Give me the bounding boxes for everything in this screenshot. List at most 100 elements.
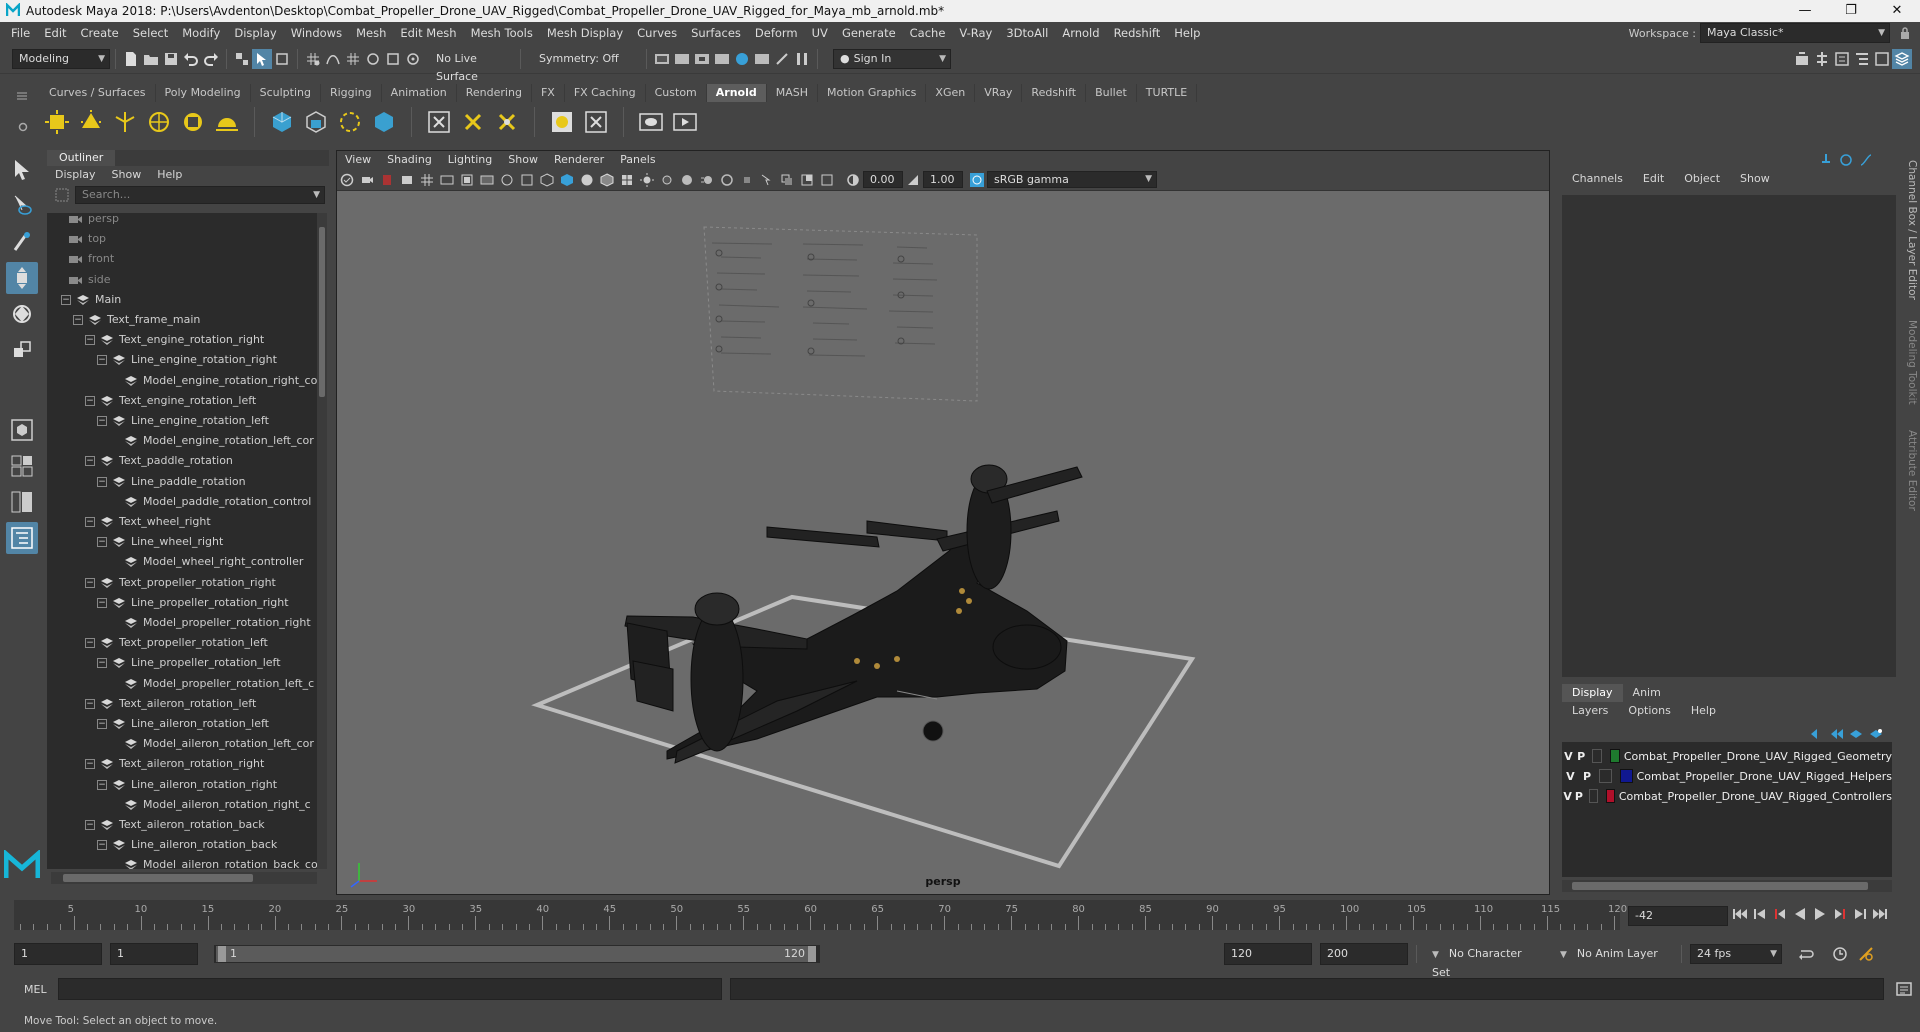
menu-item[interactable]: Display: [227, 22, 283, 44]
wireframe-on-shaded-icon[interactable]: [597, 170, 617, 190]
layer-display-type[interactable]: [1599, 769, 1612, 783]
outliner-node[interactable]: − Text_engine_rotation_right: [85, 330, 264, 350]
modeling-toolkit-icon[interactable]: [1792, 49, 1812, 69]
paint-select-tool-icon[interactable]: [6, 226, 38, 258]
expand-collapse-icon[interactable]: −: [97, 658, 107, 669]
layer-color-swatch[interactable]: [1605, 789, 1615, 803]
select-by-hierarchy-icon[interactable]: [232, 49, 252, 69]
scrollbar-thumb[interactable]: [63, 874, 253, 882]
play-forwards-icon[interactable]: [1810, 904, 1830, 924]
menu-item[interactable]: Help: [1167, 22, 1207, 44]
layer-color-swatch[interactable]: [1609, 749, 1620, 763]
outliner-node[interactable]: Model_propeller_rotation_left_c: [109, 674, 314, 694]
outliner-node[interactable]: − Text_paddle_rotation: [85, 451, 233, 471]
lock-icon[interactable]: [1900, 27, 1910, 39]
move-layer-down-icon[interactable]: [1826, 724, 1846, 744]
camera-attributes-icon[interactable]: [357, 170, 377, 190]
exposure-field[interactable]: 0.00: [863, 171, 903, 188]
attribute-editor-side-tab[interactable]: Attribute Editor: [1902, 430, 1918, 511]
shelf-tab[interactable]: MASH: [767, 84, 819, 102]
expand-collapse-icon[interactable]: −: [97, 719, 107, 729]
save-scene-icon[interactable]: [161, 49, 181, 69]
expand-collapse-icon[interactable]: −: [85, 577, 95, 588]
shelf-tab[interactable]: XGen: [926, 84, 976, 102]
menu-item[interactable]: Mesh Display: [540, 22, 630, 44]
undo-icon[interactable]: [181, 49, 201, 69]
move-layer-up-icon[interactable]: [1806, 724, 1826, 744]
manipulator-icon[interactable]: [1816, 150, 1836, 170]
modeling-toolkit-side-tab[interactable]: Modeling Toolkit: [1902, 320, 1918, 405]
playback-end-field[interactable]: 120: [1224, 943, 1312, 965]
outliner-node[interactable]: Model_engine_rotation_left_cor: [109, 431, 314, 451]
shelf-tab[interactable]: Curves / Surfaces: [40, 84, 156, 102]
menu-item[interactable]: Select: [126, 22, 175, 44]
outliner-toggle-icon[interactable]: [1852, 49, 1872, 69]
outliner-menu-item[interactable]: Show: [104, 166, 150, 184]
anti-aliasing-icon[interactable]: [717, 170, 737, 190]
outliner-node[interactable]: − Line_propeller_rotation_right: [97, 593, 289, 613]
shelf-tab[interactable]: Custom: [646, 84, 707, 102]
menu-item[interactable]: Curves: [630, 22, 684, 44]
render-settings-icon[interactable]: [652, 49, 672, 69]
curve-collector-icon[interactable]: [333, 105, 367, 139]
expand-collapse-icon[interactable]: −: [61, 294, 71, 305]
render-view-icon[interactable]: [712, 49, 732, 69]
outliner-node[interactable]: Model_propeller_rotation_right: [109, 613, 311, 633]
field-chart-icon[interactable]: [497, 170, 517, 190]
menu-item[interactable]: Surfaces: [684, 22, 748, 44]
viewport-menu-item[interactable]: Panels: [612, 151, 663, 169]
snap-point-icon[interactable]: [343, 49, 363, 69]
scene-start-field[interactable]: 1: [14, 943, 102, 965]
layer-menu-item[interactable]: Help: [1681, 702, 1726, 720]
outliner-node[interactable]: − Text_aileron_rotation_back: [85, 815, 265, 835]
new-scene-icon[interactable]: [121, 49, 141, 69]
outliner-menu-item[interactable]: Display: [47, 166, 104, 184]
shelf-tab[interactable]: FX: [532, 84, 565, 102]
area-light-icon[interactable]: [40, 105, 74, 139]
standin-icon[interactable]: [265, 105, 299, 139]
menu-item[interactable]: Generate: [835, 22, 903, 44]
go-to-start-icon[interactable]: [1730, 904, 1750, 924]
hyperbolic-icon[interactable]: [1856, 150, 1876, 170]
channel-box-layer-editor-icon[interactable]: [1892, 48, 1912, 69]
shelf-tab[interactable]: VRay: [975, 84, 1023, 102]
flush-caches-icon[interactable]: [367, 105, 401, 139]
outliner-node[interactable]: − Text_aileron_rotation_right: [85, 754, 264, 774]
shelf-tab[interactable]: Sculpting: [251, 84, 321, 102]
menu-item[interactable]: V-Ray: [952, 22, 999, 44]
expand-collapse-icon[interactable]: −: [73, 315, 83, 325]
lasso-tool-icon[interactable]: [6, 190, 38, 222]
mesh-light-icon[interactable]: [74, 105, 108, 139]
gamma-field[interactable]: 1.00: [923, 171, 963, 188]
layer-playback-toggle[interactable]: P: [1575, 750, 1588, 763]
select-by-object-icon[interactable]: [252, 48, 272, 69]
current-frame-field[interactable]: -42: [1628, 906, 1728, 926]
close-button[interactable]: ✕: [1874, 0, 1920, 22]
layer-visibility-toggle[interactable]: V: [1562, 770, 1579, 783]
channel-box-side-tab[interactable]: Channel Box / Layer Editor: [1902, 160, 1918, 300]
auto-key-icon[interactable]: [1830, 944, 1850, 964]
make-live-icon[interactable]: [403, 49, 423, 69]
outliner-layout-icon[interactable]: [6, 522, 38, 554]
shader-icon[interactable]: [545, 105, 579, 139]
channel-box-menu-item[interactable]: Edit: [1633, 170, 1674, 188]
expand-collapse-icon[interactable]: −: [97, 537, 107, 548]
depth-of-field-icon[interactable]: [737, 170, 757, 190]
textured-icon[interactable]: [617, 170, 637, 190]
live-surface-field[interactable]: No Live Surface: [429, 48, 515, 83]
expand-collapse-icon[interactable]: −: [85, 456, 95, 467]
tx-manager-icon[interactable]: [490, 105, 524, 139]
play-backwards-icon[interactable]: [1790, 904, 1810, 924]
shelf-tab[interactable]: TURTLE: [1137, 84, 1198, 102]
filter-icon[interactable]: [55, 188, 69, 202]
outliner-search-input[interactable]: Search... ▼: [75, 186, 325, 204]
render-play-icon[interactable]: [668, 105, 702, 139]
drone-uav-model[interactable]: [624, 464, 1083, 764]
grid-toggle-icon[interactable]: [417, 170, 437, 190]
menu-item[interactable]: Mesh Tools: [464, 22, 540, 44]
outliner-node[interactable]: − Line_wheel_right: [97, 532, 223, 552]
lights-icon[interactable]: [637, 170, 657, 190]
aov-icon[interactable]: [579, 105, 613, 139]
pause-viewport-icon[interactable]: [792, 49, 812, 69]
layer-menu-item[interactable]: Layers: [1562, 702, 1618, 720]
